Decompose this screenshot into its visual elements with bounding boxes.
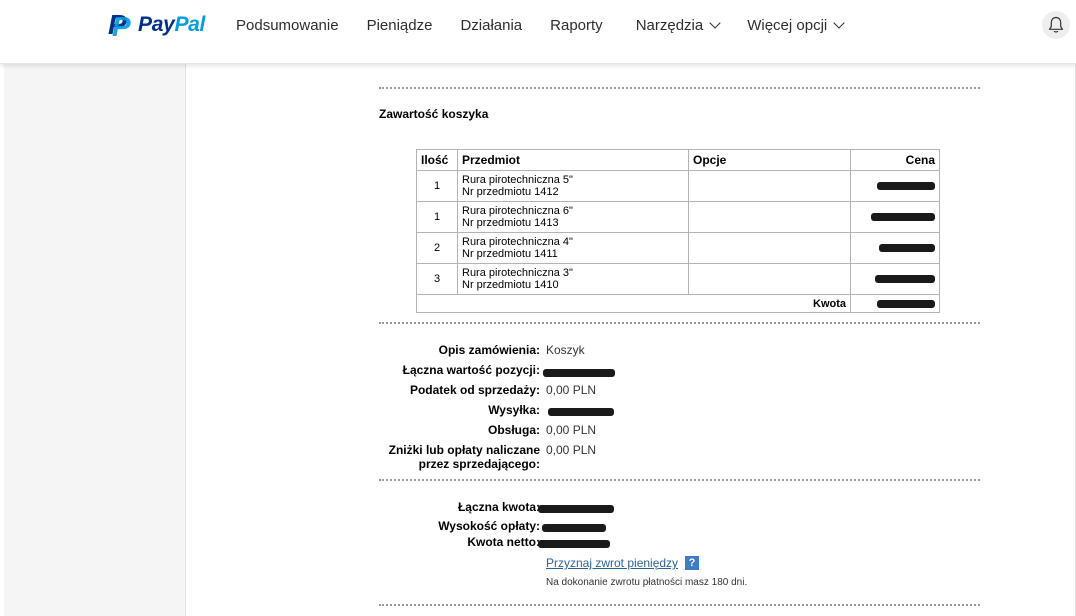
- row-price: [850, 170, 940, 202]
- discounts-value: 0,00 PLN: [546, 443, 597, 457]
- row-qty: 1: [416, 201, 458, 233]
- row-qty: 1: [416, 170, 458, 202]
- discounts-label: Zniżki lub opłaty naliczane przez sprzeda…: [388, 443, 540, 471]
- redacted-amount: [538, 539, 610, 548]
- fee-label: Wysokość opłaty:: [438, 519, 540, 533]
- row-price: [850, 201, 940, 233]
- item-number: Nr przedmiotu 1412: [462, 186, 559, 198]
- refund-deadline-note: Na dokonanie zwrotu płatności masz 180 d…: [546, 577, 748, 588]
- order-description-value: Koszyk: [546, 343, 585, 357]
- sales-tax-label: Podatek od sprzedaży:: [409, 383, 540, 397]
- dotted-divider: [379, 604, 980, 606]
- net-amount-value: [538, 536, 610, 550]
- row-options: [688, 263, 851, 295]
- left-sidebar: [4, 64, 186, 616]
- total-price: [850, 294, 940, 313]
- row-item: Rura pirotechniczna 3" Nr przedmiotu 1410: [457, 263, 689, 295]
- cart-title: Zawartość koszyka: [379, 107, 489, 121]
- nav-summary[interactable]: Podsumowanie: [236, 17, 339, 34]
- redacted-amount: [542, 523, 606, 532]
- nav-activity[interactable]: Działania: [460, 17, 522, 34]
- items-total-label: Łączna wartość pozycji:: [402, 363, 540, 377]
- cart-header-row: Ilość Przedmiot Opcje Cena: [416, 149, 940, 171]
- item-name: Rura pirotechniczna 3": [462, 267, 573, 279]
- header-qty: Ilość: [416, 149, 458, 171]
- cart-table: Ilość Przedmiot Opcje Cena 1 Rura pirote…: [416, 149, 940, 313]
- chevron-down-icon: [709, 17, 721, 29]
- net-amount-label: Kwota netto:: [467, 535, 540, 549]
- handling-label: Obsługa:: [487, 423, 540, 437]
- item-name: Rura pirotechniczna 6": [462, 205, 573, 217]
- main-nav: Podsumowanie Pieniądze Działania Raporty…: [236, 17, 871, 34]
- row-qty: 2: [416, 232, 458, 264]
- header-item: Przedmiot: [457, 149, 689, 171]
- redacted-amount: [548, 407, 614, 416]
- redacted-price: [875, 275, 935, 284]
- handling-value: 0,00 PLN: [546, 423, 597, 437]
- table-row: 1 Rura pirotechniczna 5" Nr przedmiotu 14…: [416, 170, 940, 202]
- notifications-bell-icon[interactable]: [1042, 11, 1070, 39]
- paypal-mark-icon: P P: [108, 9, 131, 42]
- header-options: Opcje: [688, 149, 851, 171]
- row-options: [688, 232, 851, 264]
- redacted-price: [871, 213, 935, 222]
- nav-reports[interactable]: Raporty: [550, 17, 603, 34]
- fee-value: [542, 520, 606, 534]
- gross-total-value: [538, 501, 614, 515]
- sales-tax-value: 0,00 PLN: [546, 383, 597, 397]
- dotted-divider: [379, 322, 980, 324]
- top-navigation-bar: P P PayPal Podsumowanie Pieniądze Działa…: [0, 0, 1076, 64]
- redacted-amount: [538, 504, 614, 513]
- item-name: Rura pirotechniczna 5": [462, 174, 573, 186]
- help-icon[interactable]: ?: [685, 556, 699, 570]
- issue-refund-link[interactable]: Przyznaj zwrot pieniędzy: [546, 556, 678, 570]
- nav-more-options[interactable]: Więcej opcji: [747, 17, 845, 34]
- item-number: Nr przedmiotu 1411: [462, 248, 558, 260]
- shipping-value: [548, 404, 614, 418]
- row-item: Rura pirotechniczna 6" Nr przedmiotu 1413: [457, 201, 689, 233]
- row-qty: 3: [416, 263, 458, 295]
- dotted-divider: [379, 479, 980, 481]
- item-name: Rura pirotechniczna 4": [462, 236, 573, 248]
- paypal-logo[interactable]: P P PayPal: [108, 9, 206, 42]
- table-row: 3 Rura pirotechniczna 3" Nr przedmiotu 14…: [416, 263, 940, 295]
- shipping-label: Wysyłka:: [488, 403, 540, 417]
- dotted-divider: [379, 87, 980, 89]
- nav-money[interactable]: Pieniądze: [367, 17, 433, 34]
- table-row: 1 Rura pirotechniczna 6" Nr przedmiotu 14…: [416, 201, 940, 233]
- row-options: [688, 170, 851, 202]
- paypal-wordmark: PayPal: [138, 13, 206, 36]
- item-number: Nr przedmiotu 1410: [462, 279, 559, 291]
- nav-tools[interactable]: Narzędzia: [636, 17, 721, 34]
- header-price: Cena: [850, 149, 940, 171]
- row-item: Rura pirotechniczna 4" Nr przedmiotu 1411: [457, 232, 689, 264]
- order-description-label: Opis zamówienia:: [438, 343, 540, 357]
- row-price: [850, 232, 940, 264]
- gross-total-label: Łączna kwota:: [457, 500, 540, 514]
- redacted-amount: [543, 368, 615, 377]
- redacted-price: [879, 244, 935, 253]
- chevron-down-icon: [833, 17, 845, 29]
- redacted-total: [877, 299, 935, 308]
- items-total-value: [543, 365, 615, 379]
- total-label: Kwota: [416, 294, 851, 313]
- table-row: 2 Rura pirotechniczna 4" Nr przedmiotu 14…: [416, 232, 940, 264]
- redacted-price: [877, 182, 935, 191]
- row-item: Rura pirotechniczna 5" Nr przedmiotu 1412: [457, 170, 689, 202]
- total-row: Kwota: [416, 294, 940, 313]
- row-price: [850, 263, 940, 295]
- row-options: [688, 201, 851, 233]
- item-number: Nr przedmiotu 1413: [462, 217, 559, 229]
